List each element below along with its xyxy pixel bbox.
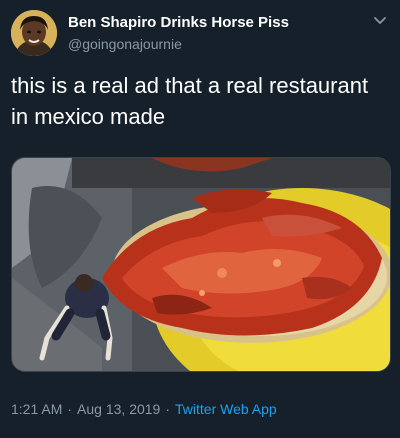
avatar-image (11, 10, 57, 56)
user-handle[interactable]: @goingonajournie (68, 36, 182, 52)
display-name[interactable]: Ben Shapiro Drinks Horse Piss (68, 14, 289, 31)
meta-separator: · (165, 401, 171, 417)
chevron-down-icon[interactable] (372, 12, 388, 28)
tweet-card: Ben Shapiro Drinks Horse Piss @goingonaj… (0, 0, 400, 438)
meta-separator: · (67, 401, 73, 417)
tweet-text: this is a real ad that a real restaurant… (11, 73, 369, 129)
avatar[interactable] (11, 10, 57, 56)
tweet-time[interactable]: 1:21 AM (11, 401, 62, 417)
tweet-date[interactable]: Aug 13, 2019 (77, 401, 160, 417)
tweet-meta: 1:21 AM · Aug 13, 2019 · Twitter Web App (11, 401, 277, 417)
tweet-media-image[interactable] (11, 157, 391, 372)
tweet-source-link[interactable]: Twitter Web App (175, 401, 277, 417)
